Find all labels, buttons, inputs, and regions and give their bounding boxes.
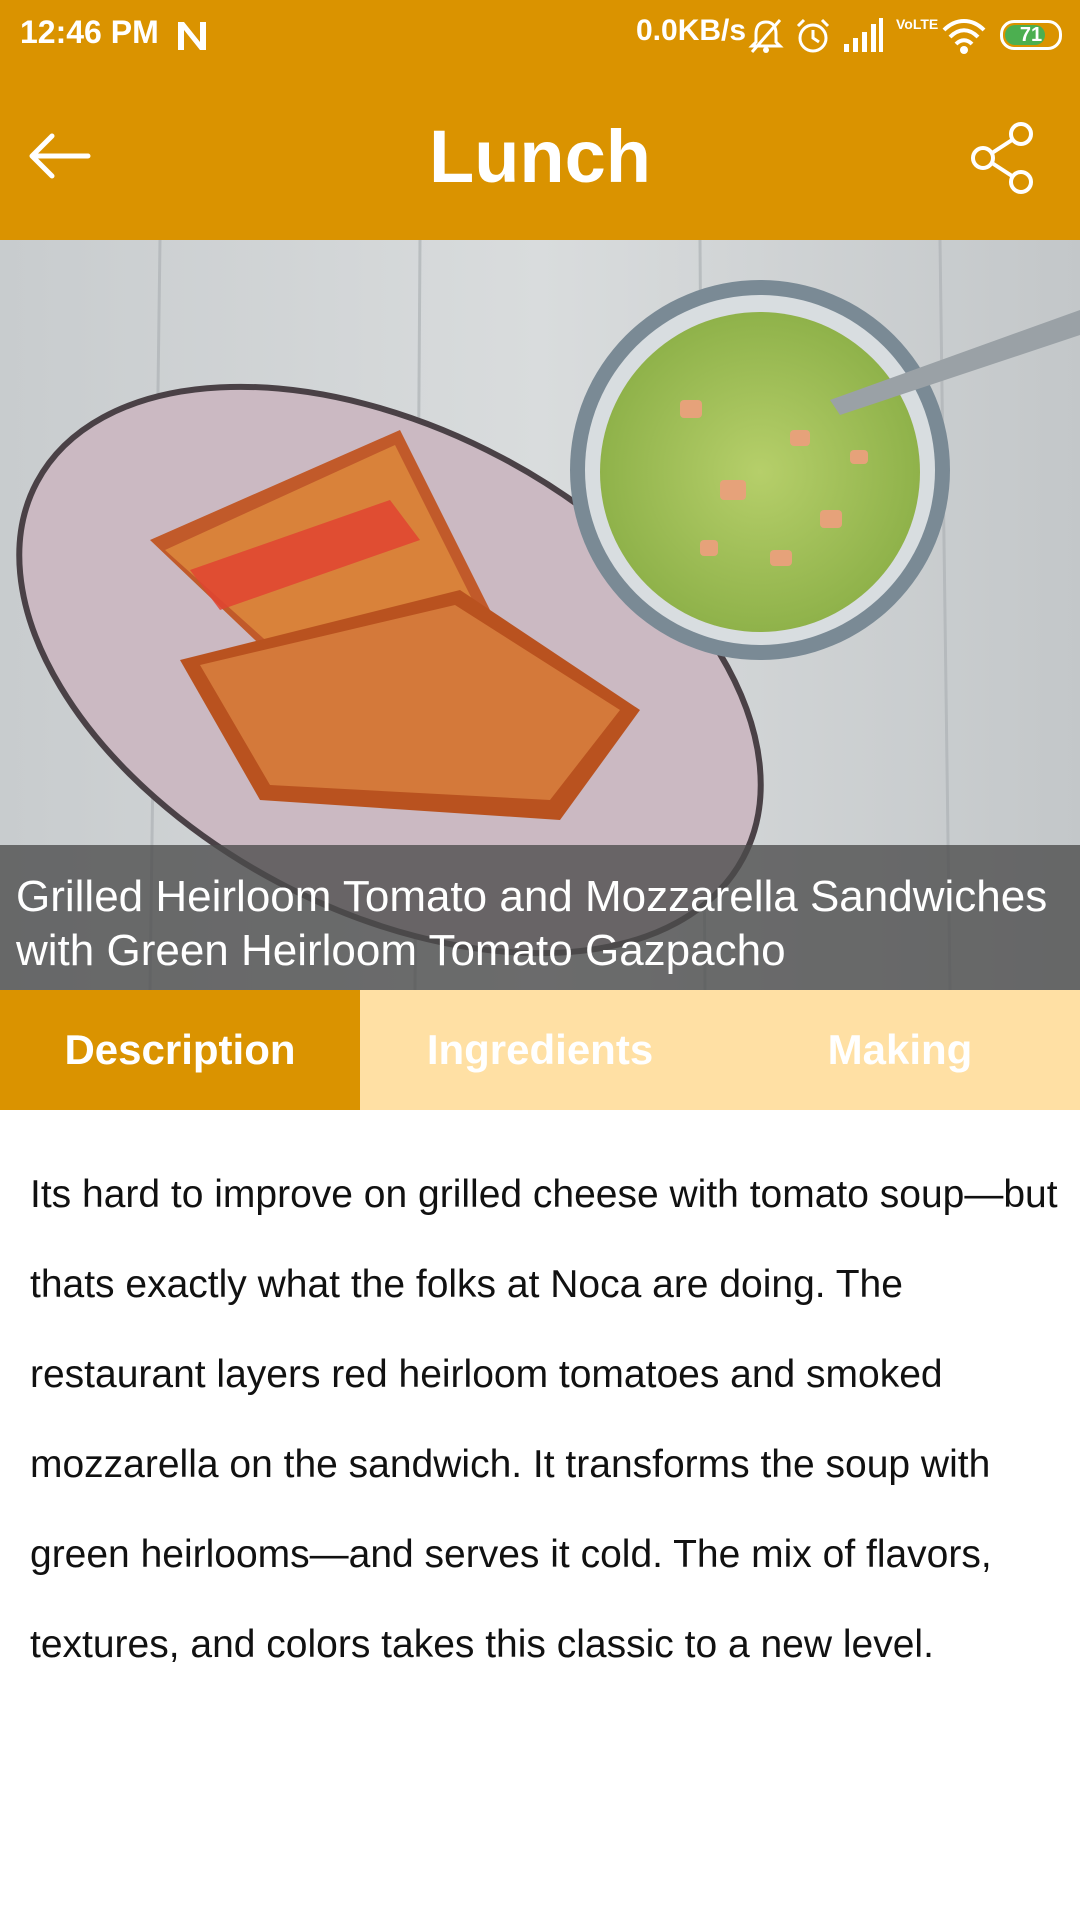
share-icon: [971, 122, 1033, 194]
battery-level: 71: [1019, 24, 1043, 46]
wifi-icon: [942, 19, 986, 54]
status-bar: 12:46 PM 0.0KB/s VoLTE 71: [0, 0, 1080, 74]
tab-ingredients[interactable]: Ingredients: [360, 990, 720, 1110]
notification-n-icon: [178, 22, 206, 50]
status-time: 12:46 PM: [20, 14, 159, 50]
tab-making[interactable]: Making: [720, 990, 1080, 1110]
alarm-icon: [796, 18, 830, 53]
tab-description[interactable]: Description: [0, 990, 360, 1110]
mute-bell-icon: [748, 19, 784, 53]
volte-label: VoLTE: [896, 16, 939, 32]
share-button[interactable]: [965, 118, 1045, 198]
battery-icon: 71: [1000, 20, 1062, 50]
recipe-caption: Grilled Heirloom Tomato and Mozzarella S…: [0, 845, 1080, 990]
recipe-description: Its hard to improve on grilled cheese wi…: [30, 1173, 1058, 1666]
network-speed: 0.0KB/s: [636, 14, 747, 47]
app-bar: Lunch: [0, 74, 1080, 240]
page-title: Lunch: [429, 115, 651, 198]
signal-icon: [844, 18, 883, 52]
recipe-image: Grilled Heirloom Tomato and Mozzarella S…: [0, 240, 1080, 990]
recipe-tabs: Description Ingredients Making: [0, 990, 1080, 1110]
volte-icon: VoLTE: [896, 16, 938, 56]
